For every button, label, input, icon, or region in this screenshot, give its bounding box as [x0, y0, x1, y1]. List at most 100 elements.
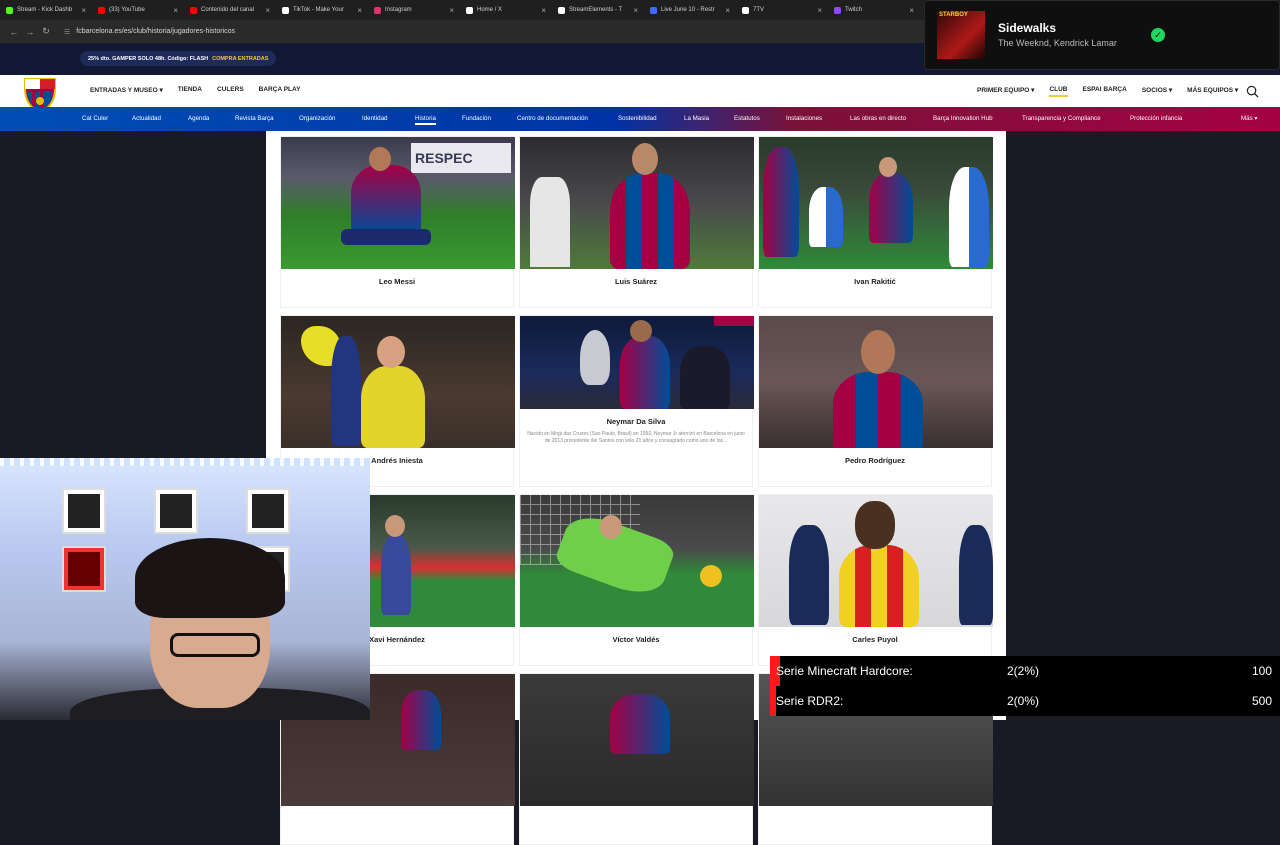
subnav-item[interactable]: Organización	[299, 115, 335, 122]
url-field[interactable]: ☰ fcbarcelona.es/es/club/historia/jugado…	[64, 28, 235, 36]
player-name: Pedro Rodríguez	[844, 456, 905, 465]
player-card[interactable]: RESPEC Leo Messi	[280, 136, 515, 308]
player-card[interactable]	[519, 673, 754, 845]
subnav-item[interactable]: Estatutos	[734, 115, 760, 122]
site-info-icon[interactable]: ☰	[64, 28, 70, 36]
player-card[interactable]: Neymar Da Silva Nacido en Mogi das Cruze…	[519, 315, 754, 487]
tab-label: Twitch	[845, 7, 863, 13]
browser-tab[interactable]: Twitch ×	[828, 0, 920, 20]
close-tab-icon[interactable]: ×	[81, 6, 86, 15]
player-description: Nacido en Mogi das Cruzes (Sao Paulo, Br…	[527, 431, 745, 444]
browser-tab[interactable]: 7TV ×	[736, 0, 828, 20]
player-card[interactable]: Pedro Rodríguez	[758, 315, 993, 487]
player-name: Carles Puyol	[852, 635, 898, 644]
subnav-item[interactable]: Protección infancia	[1130, 115, 1182, 122]
subnav-item[interactable]: Transparencia y Compliance	[1022, 115, 1101, 122]
tab-label: 7TV	[753, 7, 765, 13]
back-arrow-icon[interactable]: ←	[6, 27, 22, 37]
subnav-item[interactable]: Identidad	[362, 115, 387, 122]
forward-arrow-icon[interactable]: →	[22, 27, 38, 37]
player-name: Neymar Da Silva	[606, 417, 666, 426]
stream-goal: Serie Minecraft Hardcore: 2(2%) 100	[770, 656, 1280, 686]
browser-tab[interactable]: Instagram ×	[368, 0, 460, 20]
player-card[interactable]: Ivan Rakitić	[758, 136, 993, 308]
close-tab-icon[interactable]: ×	[633, 6, 638, 15]
subnav-item[interactable]: Sostenibilidad	[618, 115, 657, 122]
nav-item-barca-play[interactable]: BARÇA PLAY	[259, 86, 301, 94]
subnav-item-historia[interactable]: Historia	[415, 115, 436, 125]
subnav-item[interactable]: Las obras en directo	[850, 115, 906, 122]
led-strip	[0, 458, 370, 466]
subnav-item[interactable]: Barça Innovation Hub	[933, 115, 993, 122]
player-card[interactable]: Luis Suárez	[519, 136, 754, 308]
player-photo	[759, 316, 993, 448]
player-photo: RESPEC	[281, 137, 515, 269]
browser-tab[interactable]: Contenido del canal ×	[184, 0, 276, 20]
promo-text: 25% dto. GAMPER SOLO 48h. Código: FLASH	[88, 55, 209, 62]
goal-target: 100	[1251, 664, 1272, 678]
browser-tab[interactable]: Home / X ×	[460, 0, 552, 20]
tab-favicon-icon	[6, 6, 13, 14]
tab-favicon-icon	[466, 6, 473, 14]
now-playing-overlay: STARBOY Sidewalks The Weeknd, Kendrick L…	[924, 0, 1280, 70]
subnav-item[interactable]: Cat Culer	[82, 115, 108, 122]
close-tab-icon[interactable]: ×	[725, 6, 730, 15]
goal-value: 2(0%)	[1007, 694, 1040, 708]
tab-label: StreamElements - T	[569, 7, 623, 13]
subnav-item[interactable]: Agenda	[188, 115, 209, 122]
tab-label: (33) YouTube	[109, 7, 145, 13]
browser-tab[interactable]: TikTok - Make Your ×	[276, 0, 368, 20]
player-name: Ivan Rakitić	[854, 277, 896, 286]
browser-tab[interactable]: StreamElements - T ×	[552, 0, 644, 20]
subnav-item[interactable]: Instalaciones	[786, 115, 822, 122]
browser-tab[interactable]: (33) YouTube ×	[92, 0, 184, 20]
player-photo	[281, 316, 515, 448]
check-icon: ✓	[1151, 28, 1165, 42]
wall-poster	[62, 488, 106, 534]
nav-item-club[interactable]: CLUB	[1049, 86, 1068, 97]
close-tab-icon[interactable]: ×	[909, 6, 914, 15]
nav-item-tienda[interactable]: TIENDA	[178, 86, 202, 94]
tab-label: Home / X	[477, 7, 503, 13]
player-card[interactable]: Víctor Valdés	[519, 494, 754, 666]
tab-favicon-icon	[282, 6, 289, 14]
close-tab-icon[interactable]: ×	[265, 6, 270, 15]
promo-cta[interactable]: COMPRA ENTRADAS	[212, 56, 268, 62]
browser-tab[interactable]: Stream - Kick Dashb ×	[0, 0, 92, 20]
promo-pill[interactable]: 25% dto. GAMPER SOLO 48h. Código: FLASH …	[80, 51, 277, 66]
nav-item-primer-equipo[interactable]: PRIMER EQUIPO ▾	[977, 86, 1034, 97]
wall-poster	[246, 488, 290, 534]
album-cover-text: STARBOY	[939, 12, 968, 18]
nav-item-socios[interactable]: SOCIOS ▾	[1142, 86, 1172, 97]
tab-label: Contenido del canal	[201, 7, 255, 13]
subnav-item-more[interactable]: Más ▾	[1241, 115, 1258, 122]
subnav-item[interactable]: La Masia	[684, 115, 709, 122]
close-tab-icon[interactable]: ×	[817, 6, 822, 15]
tab-favicon-icon	[558, 6, 565, 14]
nav-item-espai-barca[interactable]: ESPAI BARÇA	[1083, 86, 1127, 97]
tab-favicon-icon	[742, 6, 749, 14]
player-photo	[759, 137, 993, 269]
player-card[interactable]: Carles Puyol	[758, 494, 993, 666]
goal-label: Serie Minecraft Hardcore:	[776, 664, 913, 678]
subnav-item[interactable]: Centro de documentación	[517, 115, 588, 122]
subnav-item[interactable]: Fundación	[462, 115, 491, 122]
browser-tab[interactable]: Live June 10 - Restr ×	[644, 0, 736, 20]
subnav-item[interactable]: Revista Barça	[235, 115, 274, 122]
streamer-hair	[135, 538, 285, 618]
close-tab-icon[interactable]: ×	[173, 6, 178, 15]
close-tab-icon[interactable]: ×	[357, 6, 362, 15]
nav-item-culers[interactable]: CULERS	[217, 86, 244, 94]
album-cover: STARBOY	[937, 11, 985, 59]
nav-item-mas-equipos[interactable]: MÁS EQUIPOS ▾	[1187, 86, 1238, 97]
tab-favicon-icon	[650, 6, 657, 14]
subnav-item[interactable]: Actualidad	[132, 115, 161, 122]
nav-item-entradas[interactable]: ENTRADAS Y MUSEO ▾	[90, 86, 163, 94]
tab-favicon-icon	[98, 6, 105, 14]
close-tab-icon[interactable]: ×	[449, 6, 454, 15]
close-tab-icon[interactable]: ×	[541, 6, 546, 15]
reload-icon[interactable]: ↻	[38, 26, 54, 37]
site-header: ENTRADAS Y MUSEO ▾ TIENDA CULERS BARÇA P…	[0, 75, 1280, 115]
goal-label: Serie RDR2:	[776, 694, 844, 708]
search-icon[interactable]	[1246, 85, 1259, 98]
